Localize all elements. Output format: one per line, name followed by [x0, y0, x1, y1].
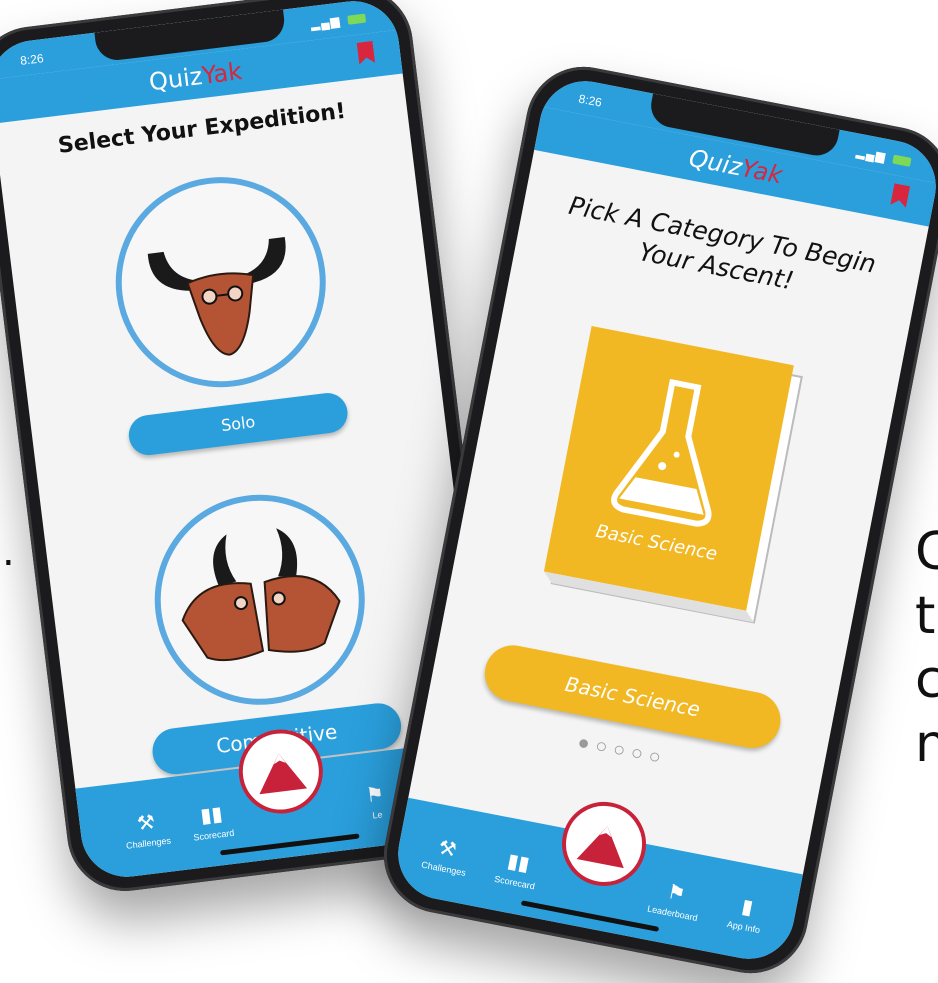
tab-app-info[interactable]: ▮ App Info — [708, 890, 784, 939]
tab-challenges[interactable]: ⚒ Challenges — [110, 808, 184, 852]
side-text-line: C — [915, 522, 938, 582]
status-time: 8:26 — [19, 51, 45, 68]
battery-icon — [347, 13, 367, 26]
tab-leaderboard[interactable]: ⚑ Leaderboard — [637, 876, 713, 925]
mountain-icon — [259, 753, 308, 795]
tab-bar: ⚒ Challenges ▮▮ Scorecard ⚑ Leaderboard … — [390, 794, 803, 967]
stray-dot: . — [2, 529, 15, 575]
side-text-line: n — [915, 714, 938, 774]
solo-button[interactable]: Solo — [126, 390, 350, 458]
phone-right: 8:26 ▂▄▆ QuizYak Pick A Category To Begi… — [373, 56, 938, 983]
screen-right: 8:26 ▂▄▆ QuizYak Pick A Category To Begi… — [390, 73, 938, 967]
tab-scorecard[interactable]: ▮▮ Scorecard — [479, 845, 555, 894]
side-text-line: t — [915, 586, 936, 646]
status-time: 8:26 — [577, 91, 604, 110]
tab-challenges[interactable]: ⚒ Challenges — [408, 832, 484, 881]
logo-yak: Yak — [739, 154, 785, 190]
yak-head-icon — [147, 237, 286, 356]
tab-scorecard[interactable]: ▮▮ Scorecard — [175, 800, 249, 844]
yaks-clash-icon — [181, 528, 341, 662]
signal-icon: ▂▄▆ — [310, 11, 367, 32]
solo-yak-illustration[interactable] — [103, 165, 338, 400]
battery-icon — [892, 154, 912, 168]
side-text-line: c — [915, 650, 938, 710]
logo-quiz: Quiz — [686, 143, 745, 182]
book-illustration — [543, 326, 803, 624]
summit-button[interactable] — [554, 794, 654, 894]
side-text-fragment: C t c n — [915, 520, 938, 776]
pickaxe-icon: ⚒ — [135, 811, 157, 836]
bar-chart-icon: ▮▮ — [199, 803, 224, 828]
logo-yak: Yak — [200, 57, 244, 90]
competitive-yaks-illustration[interactable] — [142, 482, 377, 717]
category-book[interactable]: Basic Science — [515, 312, 839, 668]
mountain-icon — [576, 826, 624, 869]
logo-quiz: Quiz — [147, 62, 204, 97]
signal-icon: ▂▄▆ — [855, 145, 912, 169]
